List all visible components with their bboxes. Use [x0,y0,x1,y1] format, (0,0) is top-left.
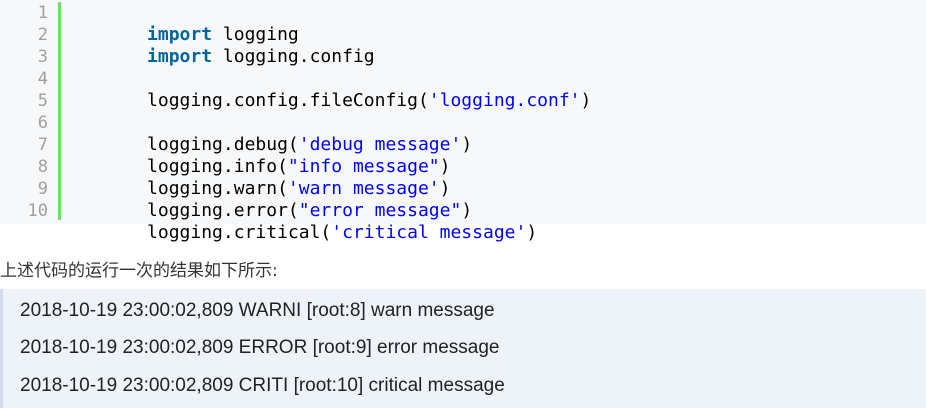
result-caption: 上述代码的运行一次的结果如下所示: [0,261,278,281]
output-line: 2018-10-19 23:00:02,809 WARNI [root:8] w… [20,300,495,321]
code-token-string: 'critical message' [331,222,527,243]
code-token-keyword: import [147,46,213,67]
code-token: logging.config [212,46,375,67]
code-token: logging.critical( [147,222,332,243]
code-line: import logging [82,2,902,45]
code-token-string: 'warn message' [287,178,440,199]
line-number: 3 [37,47,48,67]
code-token: logging.warn( [147,178,288,199]
line-number: 2 [37,25,48,45]
code-token: logging.config.fileConfig( [147,90,429,111]
line-number-gutter: 1 2 3 4 5 6 7 8 9 10 [0,2,58,222]
line-number: 1 [37,3,48,23]
line-number: 7 [37,135,48,155]
code-token: logging.info( [147,156,288,177]
code-line: logging.debug('debug message') [82,112,902,155]
code-token: logging.error( [147,200,299,221]
code-token: ) [439,156,451,177]
line-number: 6 [37,113,48,133]
code-token: ) [439,178,451,199]
code-token: ) [461,134,473,155]
code-token-string: 'logging.conf' [428,90,581,111]
code-line: logging.config.fileConfig('logging.conf'… [82,68,902,111]
line-number: 4 [37,69,48,89]
gutter-divider [58,2,61,220]
code-token-string: "error message" [298,200,462,221]
line-number: 10 [27,201,48,221]
code-token: ) [526,222,538,243]
code-lines: import logging import logging.config log… [82,2,902,243]
code-token-keyword: import [147,24,213,45]
line-number: 8 [37,157,48,177]
code-token: logging [212,24,299,45]
line-number: 5 [37,91,48,111]
code-token-string: 'debug message' [298,134,462,155]
output-line: 2018-10-19 23:00:02,809 CRITI [root:10] … [20,375,505,396]
code-token: ) [461,200,473,221]
line-number: 9 [37,179,48,199]
code-token-string: "info message" [287,156,440,177]
output-line: 2018-10-19 23:00:02,809 ERROR [root:9] e… [20,337,500,358]
code-token: logging.debug( [147,134,299,155]
code-token: ) [580,90,592,111]
output-block: 2018-10-19 23:00:02,809 WARNI [root:8] w… [0,289,926,408]
code-block: 1 2 3 4 5 6 7 8 9 10 import logging impo… [0,0,926,243]
